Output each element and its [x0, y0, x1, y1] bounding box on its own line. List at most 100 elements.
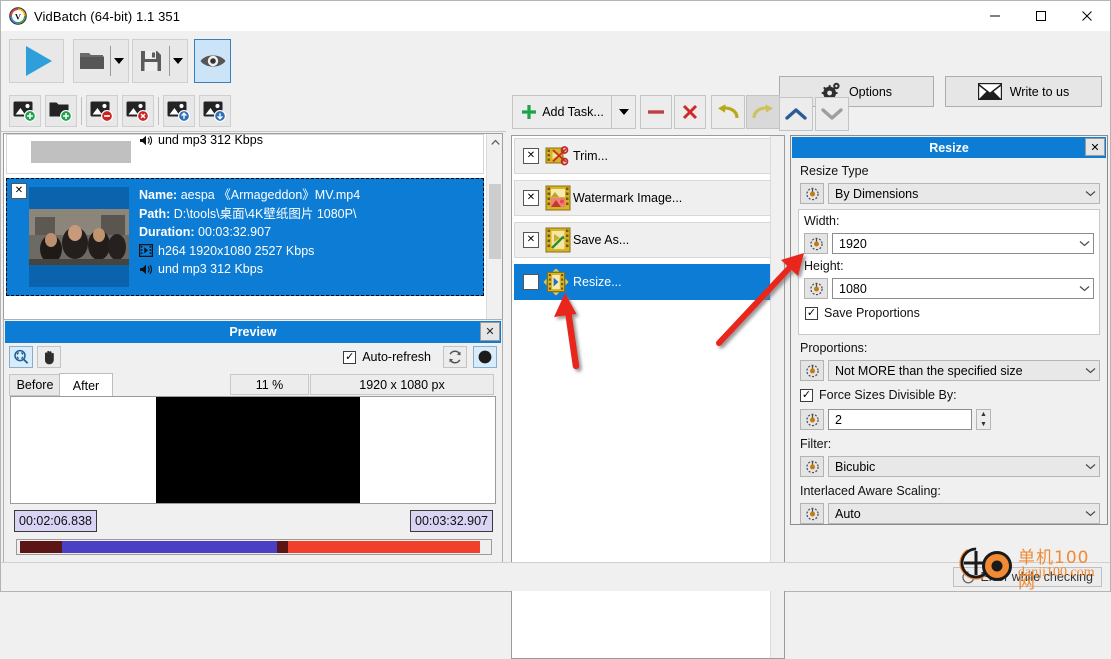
close-button[interactable]	[1064, 1, 1110, 31]
stepper-down-icon[interactable]: ▼	[977, 420, 990, 430]
height-label: Height:	[804, 259, 844, 273]
remove-task-button[interactable]	[640, 95, 672, 129]
move-task-down-button[interactable]	[815, 97, 849, 131]
height-preset-knob[interactable]	[804, 278, 828, 299]
file-duration-row: Duration: 00:03:32.907	[139, 223, 360, 242]
image-down-icon	[203, 101, 226, 122]
undo-button[interactable]	[711, 95, 745, 129]
add-task-button[interactable]: Add Task...	[512, 95, 612, 129]
timeline-current-time[interactable]: 00:02:06.838	[14, 510, 97, 532]
preview-canvas[interactable]	[10, 396, 496, 504]
task-checkbox[interactable]: ✕	[523, 232, 539, 248]
add-task-dropdown-button[interactable]	[611, 95, 636, 129]
task-checkbox[interactable]: ✕	[523, 148, 539, 164]
scroll-up-button[interactable]	[487, 134, 502, 151]
task-row[interactable]: ✕ Watermark Image...	[514, 180, 780, 216]
delete-all-tasks-button[interactable]	[674, 95, 706, 129]
width-combo[interactable]: 1920	[832, 233, 1094, 254]
force-divisible-row[interactable]: ✓ Force Sizes Divisible By:	[800, 388, 957, 402]
run-button[interactable]	[9, 39, 64, 83]
task-row[interactable]: ✕ Trim...	[514, 138, 780, 174]
scrollbar-thumb[interactable]	[489, 184, 501, 259]
save-button[interactable]	[132, 39, 188, 83]
task-label: Trim...	[573, 149, 608, 163]
filter-combo[interactable]: Bicubic	[828, 456, 1100, 477]
maximize-button[interactable]	[1018, 1, 1064, 31]
write-to-us-button[interactable]: Write to us	[945, 76, 1102, 107]
remove-file-button[interactable]	[86, 95, 118, 127]
zoom-fit-icon	[14, 349, 29, 364]
resize-type-preset-knob[interactable]	[800, 183, 824, 204]
move-file-up-button[interactable]	[163, 95, 195, 127]
plus-icon	[522, 105, 537, 119]
remove-all-files-button[interactable]	[122, 95, 154, 127]
save-proportions-row[interactable]: ✓ Save Proportions	[805, 306, 920, 320]
move-task-up-button[interactable]	[779, 97, 813, 131]
width-preset-knob[interactable]	[804, 233, 828, 254]
caret-down-icon	[114, 58, 125, 64]
refresh-button[interactable]	[443, 346, 467, 368]
auto-refresh-checkbox[interactable]: ✓	[343, 350, 357, 364]
timeline-total-time[interactable]: 00:03:32.907	[410, 510, 493, 532]
envelope-icon	[977, 83, 1002, 100]
minimize-button[interactable]	[972, 1, 1018, 31]
record-button[interactable]	[473, 346, 497, 368]
force-divisible-input[interactable]: 2	[828, 409, 972, 430]
height-row: 1080	[804, 278, 1094, 299]
list-item[interactable]: und mp3 312 Kbps	[6, 134, 484, 174]
preset-knob-icon	[805, 187, 819, 200]
force-divisible-preset-knob[interactable]	[800, 409, 824, 430]
chevron-down-icon	[1081, 510, 1099, 517]
preview-zoom-value[interactable]: 11 %	[230, 374, 309, 395]
open-button[interactable]	[73, 39, 129, 83]
chevron-down-icon	[1081, 367, 1099, 374]
preview-close-button[interactable]: ✕	[480, 322, 500, 341]
preview-timeline[interactable]	[16, 539, 492, 555]
resize-type-value: By Dimensions	[835, 186, 919, 201]
proportions-preset-knob[interactable]	[800, 360, 824, 381]
stepper-up-icon[interactable]: ▲	[977, 410, 990, 420]
add-folder-button[interactable]	[45, 95, 77, 127]
file-path-value: D:\tools\桌面\4K壁纸图片 1080P\	[173, 206, 357, 221]
video-thumbnail	[29, 187, 129, 287]
svg-text:V: V	[15, 12, 22, 22]
watermark-image-icon	[545, 185, 571, 211]
zoom-tool-button[interactable]	[9, 346, 33, 368]
filter-preset-knob[interactable]	[800, 456, 824, 477]
x-red-icon	[682, 104, 698, 120]
file-duration-label: Duration:	[139, 225, 195, 239]
task-row-selected[interactable]: ✕ Resize...	[514, 264, 780, 300]
proportions-combo[interactable]: Not MORE than the specified size	[828, 360, 1100, 381]
list-item-selected[interactable]: ✕ Name: aespa 《Armageddon》MV.mp4 Path: D…	[6, 178, 484, 296]
title-bar: V VidBatch (64-bit) 1.1 351	[1, 1, 1110, 31]
file-duration-value: 00:03:32.907	[198, 225, 272, 239]
save-dropdown-button[interactable]	[170, 58, 187, 64]
task-checkbox[interactable]: ✕	[523, 190, 539, 206]
pan-tool-button[interactable]	[37, 346, 61, 368]
resize-type-combo[interactable]: By Dimensions	[828, 183, 1100, 204]
open-dropdown-button[interactable]	[111, 58, 128, 64]
move-file-down-button[interactable]	[199, 95, 231, 127]
redo-button[interactable]	[746, 95, 780, 129]
task-checkbox[interactable]: ✕	[523, 274, 539, 290]
file-audio-line: und mp3 312 Kbps	[158, 133, 263, 147]
height-combo[interactable]: 1080	[832, 278, 1094, 299]
chevron-down-icon	[1081, 463, 1099, 470]
resize-panel-close-button[interactable]: ✕	[1085, 138, 1105, 156]
interlaced-preset-knob[interactable]	[800, 503, 824, 524]
add-file-button[interactable]	[9, 95, 41, 127]
force-divisible-stepper[interactable]: ▲ ▼	[976, 409, 991, 430]
force-divisible-checkbox[interactable]: ✓	[800, 388, 813, 402]
tab-after[interactable]: After	[59, 373, 113, 397]
tab-before[interactable]: Before	[9, 374, 61, 396]
interlaced-combo[interactable]: Auto	[828, 503, 1100, 524]
open-folder-icon	[74, 50, 110, 72]
list-item-checkbox[interactable]: ✕	[11, 183, 27, 199]
preview-toggle-button[interactable]	[194, 39, 231, 83]
task-row[interactable]: ✕ Save As...	[514, 222, 780, 258]
proportions-row: Not MORE than the specified size	[800, 360, 1100, 381]
play-icon	[25, 46, 52, 76]
save-proportions-checkbox[interactable]: ✓	[805, 306, 818, 320]
chevron-down-icon	[1075, 240, 1093, 247]
redo-arrow-icon	[752, 104, 773, 119]
